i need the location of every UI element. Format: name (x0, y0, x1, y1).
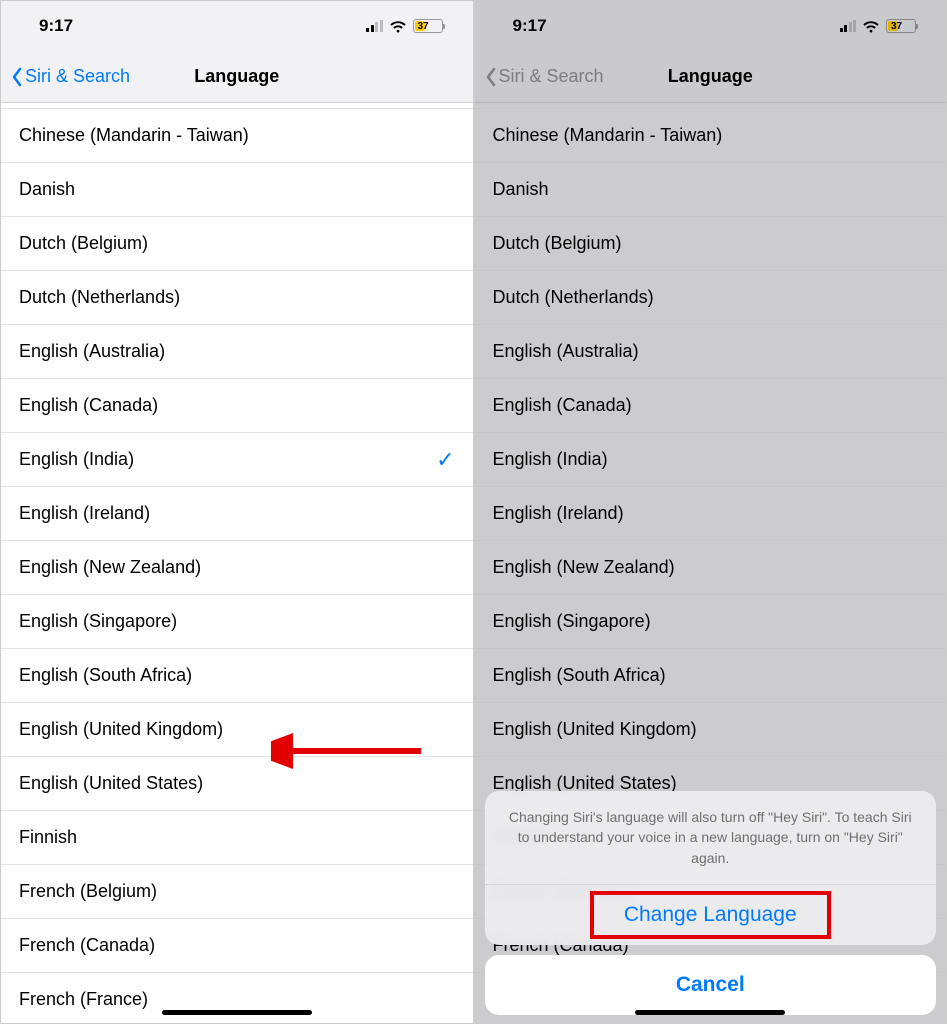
back-label: Siri & Search (499, 66, 604, 87)
language-row[interactable]: Chinese (Mandarin - Taiwan) (1, 109, 473, 163)
language-label: English (Canada) (493, 395, 632, 416)
language-label: English (South Africa) (19, 665, 192, 686)
home-indicator[interactable] (162, 1010, 312, 1015)
battery-percent: 37 (418, 21, 429, 32)
language-label: Danish (493, 179, 549, 200)
language-label: English (United Kingdom) (493, 719, 697, 740)
language-row[interactable]: French (Belgium) (1, 865, 473, 919)
language-row[interactable]: Danish (475, 163, 947, 217)
language-label: Danish (19, 179, 75, 200)
language-label: English (New Zealand) (493, 557, 675, 578)
checkmark-icon: ✓ (436, 447, 454, 473)
chevron-left-icon (485, 67, 497, 87)
language-row[interactable]: French (France) (1, 973, 473, 1023)
language-row[interactable]: English (South Africa) (1, 649, 473, 703)
language-row[interactable]: Dutch (Netherlands) (475, 271, 947, 325)
language-label: French (France) (19, 989, 148, 1010)
status-time: 9:17 (39, 16, 73, 36)
language-label: Dutch (Netherlands) (19, 287, 180, 308)
language-row[interactable]: English (Australia) (1, 325, 473, 379)
battery-icon: 37 (886, 19, 916, 33)
status-time: 9:17 (513, 16, 547, 36)
change-language-button[interactable]: Change Language (485, 885, 937, 945)
wifi-icon (862, 19, 880, 33)
language-row[interactable]: Chinese (Mandarin - Taiwan) (475, 109, 947, 163)
cancel-button[interactable]: Cancel (485, 955, 937, 1015)
language-row[interactable]: English (United States) (1, 757, 473, 811)
language-label: Chinese (Mandarin - Taiwan) (493, 125, 723, 146)
cancel-label: Cancel (676, 973, 745, 996)
battery-icon: 37 (413, 19, 443, 33)
back-label: Siri & Search (25, 66, 130, 87)
language-label: English (South Africa) (493, 665, 666, 686)
language-label: Dutch (Belgium) (493, 233, 622, 254)
cellular-signal-icon (366, 20, 383, 32)
status-right: 37 (366, 19, 443, 33)
nav-bar: Siri & Search Language (475, 51, 947, 103)
language-row[interactable]: English (United Kingdom) (475, 703, 947, 757)
language-label: English (Singapore) (493, 611, 651, 632)
language-row[interactable]: English (New Zealand) (1, 541, 473, 595)
language-label: English (Australia) (493, 341, 639, 362)
language-row[interactable]: French (Canada) (1, 919, 473, 973)
language-label: English (Ireland) (493, 503, 624, 524)
nav-bar: Siri & Search Language (1, 51, 473, 103)
battery-percent: 37 (891, 21, 902, 32)
language-row[interactable]: English (United Kingdom) (1, 703, 473, 757)
language-row[interactable]: English (Canada) (1, 379, 473, 433)
language-list[interactable]: Chinese (Mandarin - China mainland)Chine… (1, 103, 473, 1023)
sheet-group: Changing Siri's language will also turn … (485, 791, 937, 945)
language-label: English (Ireland) (19, 503, 150, 524)
language-row[interactable]: English (Singapore) (475, 595, 947, 649)
language-row[interactable]: English (Australia) (475, 325, 947, 379)
language-row[interactable]: English (South Africa) (475, 649, 947, 703)
language-label: French (Belgium) (19, 881, 157, 902)
language-label: Dutch (Netherlands) (493, 287, 654, 308)
action-sheet: Changing Siri's language will also turn … (485, 791, 937, 1015)
language-row[interactable]: Danish (1, 163, 473, 217)
language-row[interactable]: Dutch (Belgium) (1, 217, 473, 271)
language-label: English (Australia) (19, 341, 165, 362)
language-row[interactable]: English (India) (475, 433, 947, 487)
language-row[interactable]: English (Ireland) (1, 487, 473, 541)
language-label: Finnish (19, 827, 77, 848)
phone-left: 9:17 37 Siri & Search Language Chinese (… (0, 0, 474, 1024)
language-label: English (Canada) (19, 395, 158, 416)
language-label: English (India) (493, 449, 608, 470)
wifi-icon (389, 19, 407, 33)
language-label: English (United States) (19, 773, 203, 794)
status-right: 37 (840, 19, 917, 33)
home-indicator[interactable] (635, 1010, 785, 1015)
language-label: English (India) (19, 449, 134, 470)
language-row[interactable]: Dutch (Netherlands) (1, 271, 473, 325)
language-row[interactable]: Dutch (Belgium) (475, 217, 947, 271)
language-row[interactable]: English (Singapore) (1, 595, 473, 649)
language-row[interactable]: English (India) ✓ (1, 433, 473, 487)
language-label: English (New Zealand) (19, 557, 201, 578)
language-label: French (Canada) (19, 935, 155, 956)
back-button: Siri & Search (475, 66, 604, 87)
language-row[interactable]: English (Ireland) (475, 487, 947, 541)
phone-right: 9:17 37 Siri & Search Language Chinese (… (474, 0, 947, 1024)
status-bar: 9:17 37 (475, 1, 947, 51)
language-label: Dutch (Belgium) (19, 233, 148, 254)
language-row[interactable]: English (New Zealand) (475, 541, 947, 595)
status-bar: 9:17 37 (1, 1, 473, 51)
chevron-left-icon (11, 67, 23, 87)
back-button[interactable]: Siri & Search (1, 66, 130, 87)
language-label: English (United Kingdom) (19, 719, 223, 740)
sheet-message: Changing Siri's language will also turn … (485, 791, 937, 885)
language-label: English (Singapore) (19, 611, 177, 632)
change-language-label: Change Language (624, 903, 797, 926)
language-row[interactable]: Finnish (1, 811, 473, 865)
language-label: Chinese (Mandarin - Taiwan) (19, 125, 249, 146)
cellular-signal-icon (840, 20, 857, 32)
language-row[interactable]: English (Canada) (475, 379, 947, 433)
